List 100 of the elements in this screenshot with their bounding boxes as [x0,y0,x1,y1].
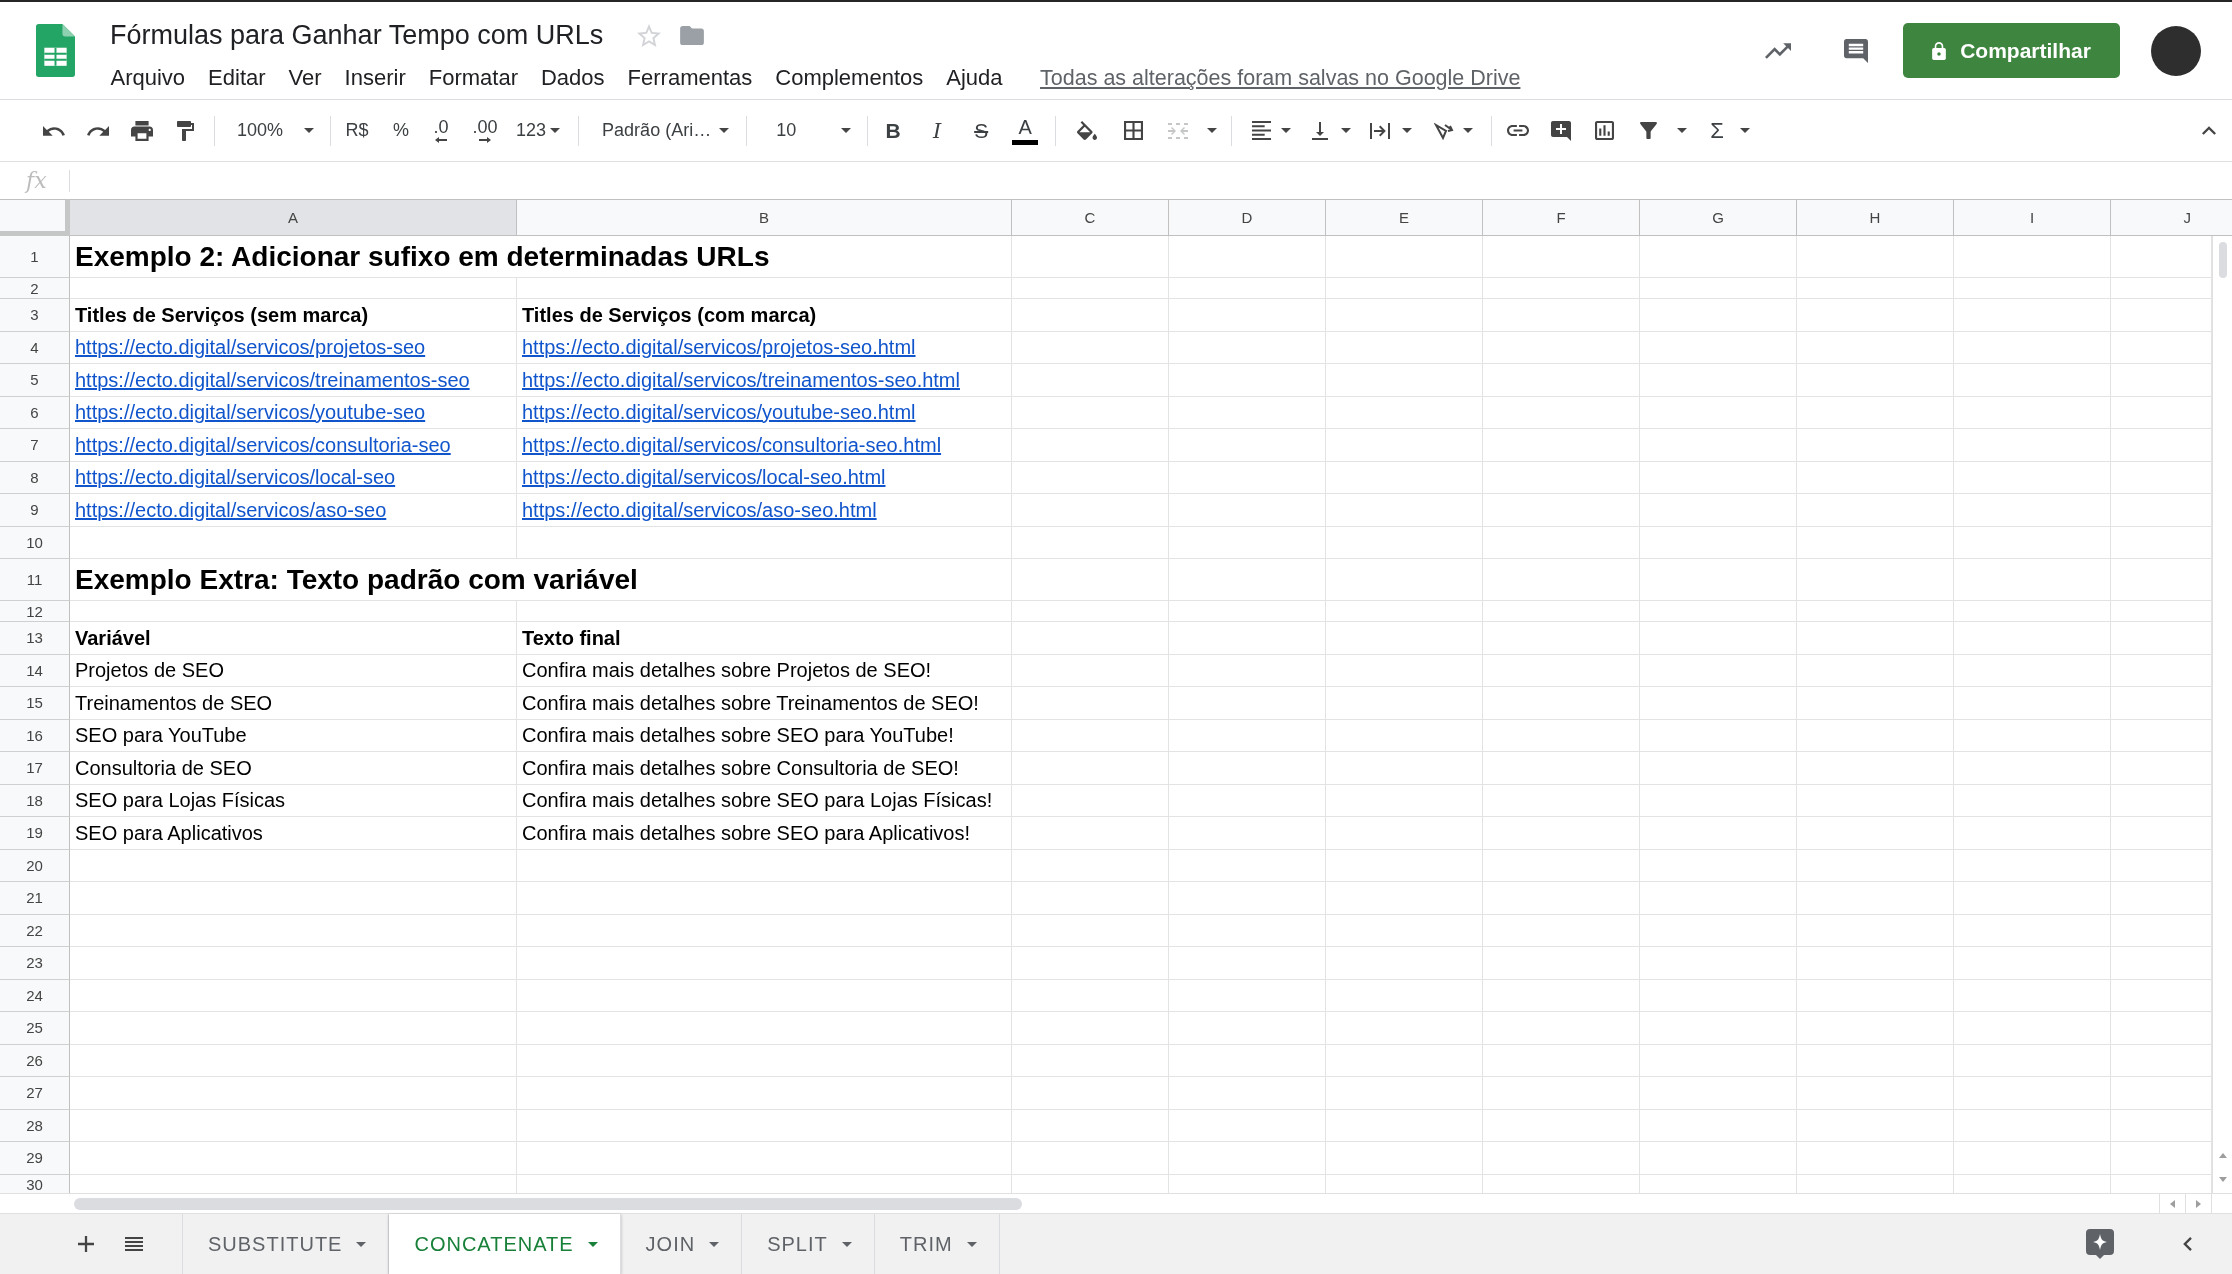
table-cell[interactable] [1483,1109,1640,1142]
column-header[interactable]: C [1012,199,1169,236]
bar-chart-icon[interactable] [1595,121,1615,140]
comment-icon[interactable] [1844,38,1868,63]
caret-left-icon[interactable] [2170,1199,2175,1208]
decrease-decimals-button[interactable]: .0 [423,112,460,149]
table-cell[interactable] [1797,429,1954,462]
table-cell[interactable] [1483,494,1640,527]
table-cell[interactable] [1954,278,2111,299]
table-cell[interactable] [1797,979,1954,1012]
table-cell[interactable] [1012,849,1169,882]
table-cell[interactable] [1169,461,1326,494]
table-cell[interactable] [2111,882,2212,915]
table-cell[interactable] [1326,1142,1483,1175]
row-header[interactable]: 8 [0,461,70,494]
table-cell[interactable] [1326,494,1483,527]
table-cell[interactable] [1169,817,1326,850]
table-cell[interactable]: Confira mais detalhes sobre Consultoria de SEO! [517,752,1012,785]
table-cell[interactable] [1797,654,1954,687]
table-cell[interactable] [1483,654,1640,687]
table-cell[interactable] [1169,947,1326,980]
table-cell[interactable] [1640,947,1797,980]
table-cell[interactable] [517,1077,1012,1110]
table-cell[interactable] [1169,784,1326,817]
table-cell[interactable] [1012,1012,1169,1045]
table-cell[interactable] [1483,752,1640,785]
table-cell[interactable] [1797,526,1954,559]
table-cell[interactable] [1640,1012,1797,1045]
table-cell[interactable] [1954,817,2111,850]
table-cell[interactable] [1326,601,1483,622]
table-cell[interactable] [1012,494,1169,527]
table-cell[interactable] [1169,1077,1326,1110]
table-cell[interactable] [1326,784,1483,817]
table-cell[interactable] [1483,429,1640,462]
table-cell[interactable]: Titles de Serviços (sem marca) [70,299,517,332]
table-cell[interactable] [1797,461,1954,494]
table-cell[interactable] [2111,1109,2212,1142]
table-cell[interactable] [1326,719,1483,752]
number-format-dropdown[interactable]: 123 [510,112,567,149]
table-cell[interactable] [1640,752,1797,785]
table-cell[interactable] [1797,687,1954,720]
table-cell[interactable] [2111,817,2212,850]
caret-icon[interactable] [1402,128,1413,133]
table-cell[interactable] [1012,429,1169,462]
table-cell[interactable] [1954,494,2111,527]
table-cell[interactable] [1012,364,1169,397]
table-cell[interactable] [1169,622,1326,655]
table-cell[interactable] [70,1077,517,1110]
table-cell[interactable] [1012,396,1169,429]
table-cell[interactable] [1640,526,1797,559]
caret-icon[interactable] [1341,128,1352,133]
table-cell[interactable] [1326,947,1483,980]
table-cell[interactable] [1326,914,1483,947]
zoom-dropdown[interactable]: 100% [230,112,322,149]
table-cell[interactable] [1954,396,2111,429]
select-all-corner[interactable] [0,199,70,236]
table-cell[interactable] [1012,882,1169,915]
row-header[interactable]: 10 [0,526,70,559]
table-cell[interactable] [2111,752,2212,785]
table-cell[interactable] [1954,882,2111,915]
table-cell[interactable] [1012,559,1169,601]
cell-link[interactable]: https://ecto.digital/servicos/aso-seo [75,497,387,522]
table-cell[interactable] [1169,979,1326,1012]
table-cell[interactable] [1640,1044,1797,1077]
italic-button[interactable]: I [919,112,956,149]
table-cell[interactable] [1012,278,1169,299]
row-header[interactable]: 17 [0,752,70,785]
cell-link[interactable]: https://ecto.digital/servicos/aso-seo.html [522,497,877,522]
table-cell[interactable] [1169,849,1326,882]
table-cell[interactable] [1640,882,1797,915]
table-cell[interactable] [1797,1012,1954,1045]
table-cell[interactable] [1326,429,1483,462]
table-cell[interactable]: Confira mais detalhes sobre Projetos de SEO! [517,654,1012,687]
table-cell[interactable] [1797,719,1954,752]
table-cell[interactable] [2111,979,2212,1012]
cell-link[interactable]: https://ecto.digital/servicos/local-seo [75,465,396,489]
sparkle-icon[interactable] [2086,1229,2114,1259]
column-header[interactable]: B [517,199,1012,236]
table-cell[interactable] [1797,1077,1954,1110]
table-cell[interactable]: Projetos de SEO [70,654,517,687]
table-cell[interactable] [1012,1109,1169,1142]
functions-button[interactable]: Σ [1699,112,1736,149]
table-cell[interactable] [1483,526,1640,559]
row-header[interactable]: 3 [0,299,70,332]
caret-icon[interactable] [1740,128,1751,133]
table-cell[interactable]: Treinamentos de SEO [70,687,517,720]
table-cell[interactable] [2111,719,2212,752]
table-cell[interactable] [1483,236,1640,278]
user-avatar[interactable] [2151,25,2201,76]
paint-bucket-icon[interactable] [1077,121,1098,140]
table-cell[interactable] [1797,947,1954,980]
table-cell[interactable] [1483,719,1640,752]
table-cell[interactable] [1169,299,1326,332]
table-cell[interactable] [1640,784,1797,817]
table-cell[interactable] [1954,849,2111,882]
borders-icon[interactable] [1124,121,1144,140]
table-cell[interactable] [1483,849,1640,882]
table-cell[interactable] [1797,882,1954,915]
menu-item[interactable]: Dados [529,63,617,93]
table-cell[interactable] [2111,331,2212,364]
